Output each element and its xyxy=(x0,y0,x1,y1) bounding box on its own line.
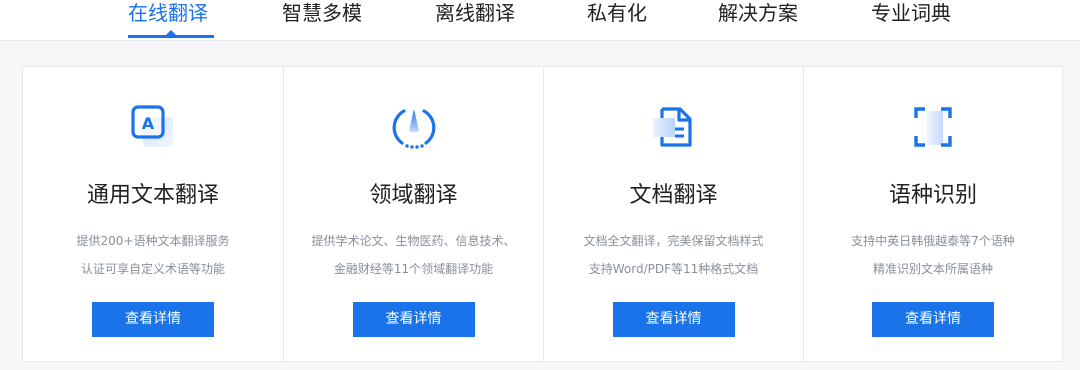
card-description-line: 精准识别文本所属语种 xyxy=(872,262,993,276)
tab-smart-multimodal[interactable]: 智慧多模 xyxy=(282,0,362,40)
card-general-text-translation: A 通用文本翻译 提供200+语种文本翻译服务 认证可享自定义术语等功能 查看详… xyxy=(23,67,283,361)
view-details-button[interactable]: 查看详情 xyxy=(352,302,475,337)
domain-icon xyxy=(392,109,435,149)
view-details-button[interactable]: 查看详情 xyxy=(92,302,214,337)
tab-solutions[interactable]: 解决方案 xyxy=(718,0,798,40)
tab-private-deployment[interactable]: 私有化 xyxy=(587,0,647,40)
card-title: 通用文本翻译 xyxy=(86,183,219,208)
card-description: 支持中英日韩俄越泰等7个语种 精准识别文本所属语种 xyxy=(814,227,1052,283)
card-description-line: 文档全文翻译，完美保留文档样式 xyxy=(583,234,764,248)
card-description: 提供学术论文、生物医药、信息技术、 金融财经等11个领域翻译功能 xyxy=(294,227,533,283)
tab-offline-translation[interactable]: 离线翻译 xyxy=(435,0,515,40)
view-details-button[interactable]: 查看详情 xyxy=(872,302,994,337)
document-icon xyxy=(652,107,692,147)
tab-professional-dictionary[interactable]: 专业词典 xyxy=(871,0,951,40)
card-domain-translation: 领域翻译 提供学术论文、生物医药、信息技术、 金融财经等11个领域翻译功能 查看… xyxy=(283,67,543,361)
card-description-line: 支持中英日韩俄越泰等7个语种 xyxy=(851,234,1015,248)
card-description: 提供200+语种文本翻译服务 认证可享自定义术语等功能 xyxy=(33,227,273,283)
svg-text:A: A xyxy=(142,114,155,133)
nav-bar: 在线翻译 智慧多模 离线翻译 私有化 解决方案 专业词典 xyxy=(0,0,1080,41)
card-description-line: 提供学术论文、生物医药、信息技术、 xyxy=(311,234,516,248)
view-details-button[interactable]: 查看详情 xyxy=(612,302,735,337)
card-description-line: 金融财经等11个领域翻译功能 xyxy=(333,262,494,276)
card-description-line: 认证可享自定义术语等功能 xyxy=(80,262,225,276)
language-detect-icon xyxy=(914,107,952,147)
card-title: 语种识别 xyxy=(888,183,977,208)
card-language-identification: 语种识别 支持中英日韩俄越泰等7个语种 精准识别文本所属语种 查看详情 xyxy=(803,67,1062,361)
card-description: 文档全文翻译，完美保留文档样式 支持Word/PDF等11种格式文档 xyxy=(554,227,793,283)
card-title: 领域翻译 xyxy=(369,183,458,208)
card-description-line: 提供200+语种文本翻译服务 xyxy=(76,234,230,248)
text-translate-icon: A xyxy=(131,105,173,147)
card-document-translation: 文档翻译 文档全文翻译，完美保留文档样式 支持Word/PDF等11种格式文档 … xyxy=(543,67,803,361)
card-title: 文档翻译 xyxy=(629,183,718,208)
feature-cards: A 通用文本翻译 提供200+语种文本翻译服务 认证可享自定义术语等功能 查看详… xyxy=(22,66,1063,362)
card-description-line: 支持Word/PDF等11种格式文档 xyxy=(588,262,759,276)
active-tab-caret xyxy=(165,30,177,36)
